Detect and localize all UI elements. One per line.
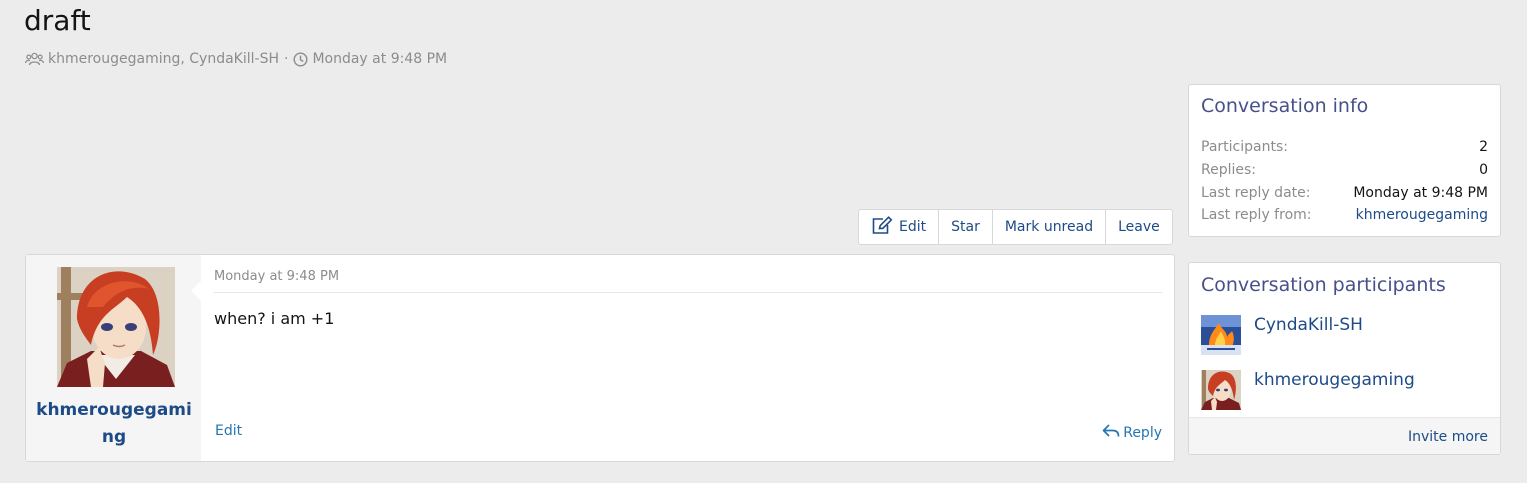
mark-unread-button[interactable]: Mark unread bbox=[991, 210, 1105, 244]
participants-title: Conversation participants bbox=[1201, 274, 1446, 296]
reply-button[interactable]: Reply bbox=[1102, 423, 1162, 443]
info-label: Last reply date: bbox=[1201, 185, 1311, 201]
info-label: Participants: bbox=[1201, 139, 1288, 155]
message-username[interactable]: khmerougegaming bbox=[34, 397, 194, 451]
conversation-participants-block: Conversation participants CyndaKill-SH k… bbox=[1188, 262, 1501, 455]
info-label: Replies: bbox=[1201, 162, 1257, 178]
participants-list[interactable]: khmerougegaming, CyndaKill-SH bbox=[48, 51, 279, 67]
info-row-replies: Replies: 0 bbox=[1201, 162, 1488, 184]
leave-button[interactable]: Leave bbox=[1105, 210, 1172, 244]
reply-icon bbox=[1102, 423, 1120, 443]
last-reply-user-link[interactable]: khmerougegaming bbox=[1356, 207, 1488, 229]
participant-name[interactable]: CyndaKill-SH bbox=[1254, 315, 1363, 335]
info-label: Last reply from: bbox=[1201, 207, 1312, 223]
info-row-last-reply-date: Last reply date: Monday at 9:48 PM bbox=[1201, 185, 1488, 207]
info-row-participants: Participants: 2 bbox=[1201, 139, 1488, 161]
info-row-last-reply-from: Last reply from: khmerougegaming bbox=[1201, 207, 1488, 229]
participants-footer: Invite more bbox=[1189, 417, 1500, 454]
star-button[interactable]: Star bbox=[938, 210, 992, 244]
message-date[interactable]: Monday at 9:48 PM bbox=[214, 269, 339, 284]
mark-unread-label: Mark unread bbox=[1004, 219, 1094, 235]
meta-separator: · bbox=[284, 51, 289, 67]
info-value: 2 bbox=[1479, 139, 1488, 155]
clock-icon bbox=[293, 51, 308, 67]
info-value: 0 bbox=[1479, 162, 1488, 178]
avatar[interactable] bbox=[1201, 370, 1241, 410]
conversation-meta: khmerougegaming, CyndaKill-SH · Monday a… bbox=[25, 51, 447, 67]
edit-conversation-button[interactable]: Edit bbox=[859, 210, 938, 244]
participant-item: CyndaKill-SH bbox=[1201, 315, 1363, 355]
participant-item: khmerougegaming bbox=[1201, 370, 1415, 410]
conversation-actions: Edit Star Mark unread Leave bbox=[858, 209, 1173, 245]
avatar[interactable] bbox=[1201, 315, 1241, 355]
participant-name[interactable]: khmerougegaming bbox=[1254, 370, 1415, 390]
users-icon bbox=[25, 52, 44, 66]
conversation-date: Monday at 9:48 PM bbox=[312, 51, 448, 67]
message-post: khmerougegaming Monday at 9:48 PM when? … bbox=[25, 254, 1175, 462]
conversation-info-title: Conversation info bbox=[1201, 95, 1369, 117]
invite-more-link[interactable]: Invite more bbox=[1408, 429, 1488, 445]
edit-icon bbox=[871, 215, 893, 239]
message-user-cell: khmerougegaming bbox=[26, 255, 201, 461]
message-body: when? i am +1 bbox=[214, 309, 335, 328]
star-label: Star bbox=[951, 219, 980, 235]
avatar[interactable] bbox=[57, 267, 175, 387]
message-arrow bbox=[191, 281, 201, 301]
edit-label: Edit bbox=[899, 219, 927, 235]
info-value: Monday at 9:48 PM bbox=[1353, 185, 1488, 201]
edit-message-link[interactable]: Edit bbox=[215, 423, 242, 439]
conversation-info-block: Conversation info Participants: 2 Replie… bbox=[1188, 84, 1501, 237]
reply-label: Reply bbox=[1123, 425, 1162, 441]
page-title: draft bbox=[24, 4, 91, 37]
leave-label: Leave bbox=[1118, 219, 1160, 235]
divider bbox=[214, 292, 1162, 293]
